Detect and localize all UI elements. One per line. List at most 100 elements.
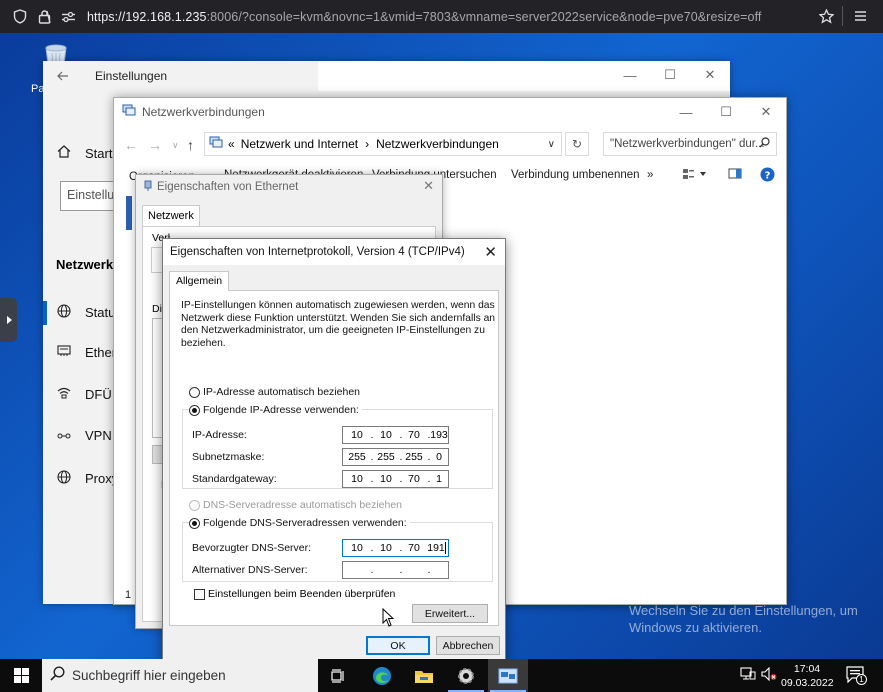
mask-octet-1: 255 — [348, 451, 366, 463]
preferred-dns-input[interactable]: 10 . 10 . 70 . 191 — [342, 539, 449, 557]
network-folder-icon — [122, 104, 136, 120]
maximize-icon[interactable]: ☐ — [706, 98, 746, 126]
file-explorer-icon — [415, 670, 433, 683]
rename-button[interactable]: Verbindung umbenennen — [511, 169, 640, 181]
radio-ip-auto-label: IP-Adresse automatisch beziehen — [203, 386, 361, 398]
ip-octet-3: 70 — [408, 429, 420, 441]
nav-vpn-label: VPN — [85, 428, 112, 443]
ip-octet-4: 193 — [430, 429, 448, 441]
gear-icon — [458, 667, 474, 684]
close-icon[interactable]: ✕ — [423, 178, 434, 194]
ok-button[interactable]: OK — [366, 636, 430, 655]
nav-status[interactable]: Status — [43, 304, 122, 321]
svg-text:?: ? — [765, 171, 771, 182]
taskbar-edge-button[interactable] — [362, 659, 402, 692]
address-bar: ← → ∨ ↑ « Netzwerk und Internet › Netzwe… — [114, 126, 786, 164]
ethernet-icon — [43, 345, 85, 360]
breadcrumb-item-connections[interactable]: Netzwerkverbindungen — [376, 137, 499, 151]
url-bar[interactable]: https://192.168.1.235:8006/?console=kvm&… — [87, 10, 762, 24]
dns2-dot: . — [370, 564, 374, 576]
refresh-icon: ↻ — [571, 137, 583, 151]
lock-icon[interactable] — [33, 6, 55, 28]
radio-ip-auto[interactable]: IP-Adresse automatisch beziehen — [189, 386, 360, 398]
ip-address-input[interactable]: 10 . 10 . 70 . 193 — [342, 426, 449, 444]
tab-netzwerk[interactable]: Netzwerk — [142, 205, 200, 226]
settings-title: Einstellungen — [95, 69, 168, 83]
close-icon[interactable]: ✕ — [690, 61, 730, 89]
taskbar-search-box[interactable]: Suchbegriff hier eingeben — [42, 659, 318, 692]
radio-dns-manual-label: Folgende DNS-Serveradressen verwenden: — [203, 517, 407, 529]
advanced-button[interactable]: Erweitert... — [412, 604, 488, 623]
back-arrow-icon[interactable] — [43, 68, 83, 84]
mask-octet-2: 255 — [377, 451, 395, 463]
close-icon[interactable]: ✕ — [746, 98, 786, 126]
ipv4-panel: IP-Einstellungen können automatisch zuge… — [169, 290, 499, 626]
nav-vpn[interactable]: VPN — [43, 428, 112, 443]
bookmark-star-icon[interactable] — [815, 5, 837, 27]
more-commands-button[interactable]: » — [647, 169, 653, 181]
subnet-mask-input[interactable]: 255 . 255 . 255 . 0 — [342, 448, 449, 466]
validate-on-exit-box — [194, 588, 205, 600]
breadcrumb-overflow[interactable]: « — [228, 137, 235, 151]
view-options-icon[interactable] — [682, 167, 708, 184]
help-icon[interactable]: ? — [760, 167, 775, 185]
cancel-button[interactable]: Abbrechen — [436, 636, 500, 655]
minimize-icon[interactable]: — — [610, 61, 650, 89]
radio-dns-auto[interactable]: DNS-Serveradresse automatisch beziehen — [189, 499, 402, 511]
nav-ethernet[interactable]: Ethern — [43, 345, 123, 360]
permissions-icon[interactable] — [57, 6, 79, 28]
radio-ip-manual[interactable]: Folgende IP-Adresse verwenden: — [189, 404, 362, 416]
folder-search-input[interactable]: "Netzwerkverbindungen" dur... — [603, 132, 777, 156]
gateway-octet-2: 10 — [380, 473, 392, 485]
maximize-icon[interactable]: ☐ — [650, 61, 690, 89]
dialup-icon — [43, 387, 85, 402]
taskbar-search-placeholder: Suchbegriff hier eingeben — [72, 668, 226, 683]
shield-icon[interactable] — [9, 6, 31, 28]
menu-icon[interactable] — [849, 5, 871, 27]
subnet-mask-label: Subnetzmaske: — [192, 451, 265, 463]
network-folder-icon — [209, 136, 223, 152]
close-icon[interactable]: ✕ — [484, 243, 497, 261]
minimize-icon[interactable]: — — [666, 98, 706, 126]
chevron-down-icon[interactable]: ∨ — [548, 139, 555, 150]
chevron-down-icon[interactable]: ∨ — [172, 140, 179, 151]
breadcrumb[interactable]: « Netzwerk und Internet › Netzwerkverbin… — [204, 132, 562, 156]
console-side-handle[interactable] — [0, 298, 17, 342]
globe-icon — [43, 470, 85, 487]
netconn-title: Netzwerkverbindungen — [142, 105, 265, 119]
taskbar-explorer-button[interactable] — [404, 659, 444, 692]
taskbar-netconn-button[interactable] — [488, 659, 528, 692]
radio-dns-manual-indicator — [189, 517, 200, 529]
network-tray-icon[interactable] — [740, 667, 756, 684]
taskbar-clock[interactable]: 17:04 09.03.2022 — [781, 662, 834, 690]
tab-allgemein[interactable]: Allgemein — [169, 271, 230, 291]
notification-center-button[interactable]: 1 — [846, 666, 867, 686]
volume-muted-icon[interactable] — [761, 666, 777, 684]
edge-browser-icon — [373, 666, 391, 685]
start-button[interactable] — [0, 659, 42, 692]
taskbar-settings-button[interactable] — [446, 659, 486, 692]
taskbar: Suchbegriff hier eingeben 17:04 09.03.20… — [0, 659, 883, 692]
forward-arrow-icon[interactable]: → — [148, 137, 162, 153]
ipv4-titlebar: Eigenschaften von Internetprotokoll, Ver… — [163, 239, 505, 265]
adapter-icon-partial — [126, 196, 132, 230]
watermark-title: Windows aktivieren — [629, 576, 776, 595]
activation-watermark: Windows aktivieren Wechseln Sie zu den E… — [629, 576, 858, 636]
back-arrow-icon[interactable]: ← — [124, 137, 138, 153]
radio-dns-manual[interactable]: Folgende DNS-Serveradressen verwenden: — [189, 517, 410, 529]
nav-home[interactable]: Starts — [43, 145, 119, 161]
radio-ip-manual-indicator — [189, 404, 200, 416]
mask-octet-4: 0 — [436, 451, 442, 463]
watermark-line-1: Wechseln Sie zu den Einstellungen, um — [629, 603, 858, 618]
breadcrumb-item-network[interactable]: Netzwerk und Internet — [241, 137, 358, 151]
search-icon — [759, 137, 770, 151]
alternate-dns-input[interactable]: . . . — [342, 561, 449, 579]
nav-dialup[interactable]: DFÜ — [43, 387, 112, 402]
validate-on-exit-checkbox[interactable]: Einstellungen beim Beenden überprüfen — [194, 588, 395, 600]
task-view-button[interactable] — [318, 659, 358, 692]
up-arrow-icon[interactable]: ↑ — [187, 137, 194, 153]
gateway-input[interactable]: 10 . 10 . 70 . 1 — [342, 470, 449, 488]
refresh-button[interactable]: ↻ — [565, 132, 589, 156]
preview-pane-icon[interactable] — [728, 168, 742, 182]
nav-proxy[interactable]: Proxy — [43, 470, 118, 487]
